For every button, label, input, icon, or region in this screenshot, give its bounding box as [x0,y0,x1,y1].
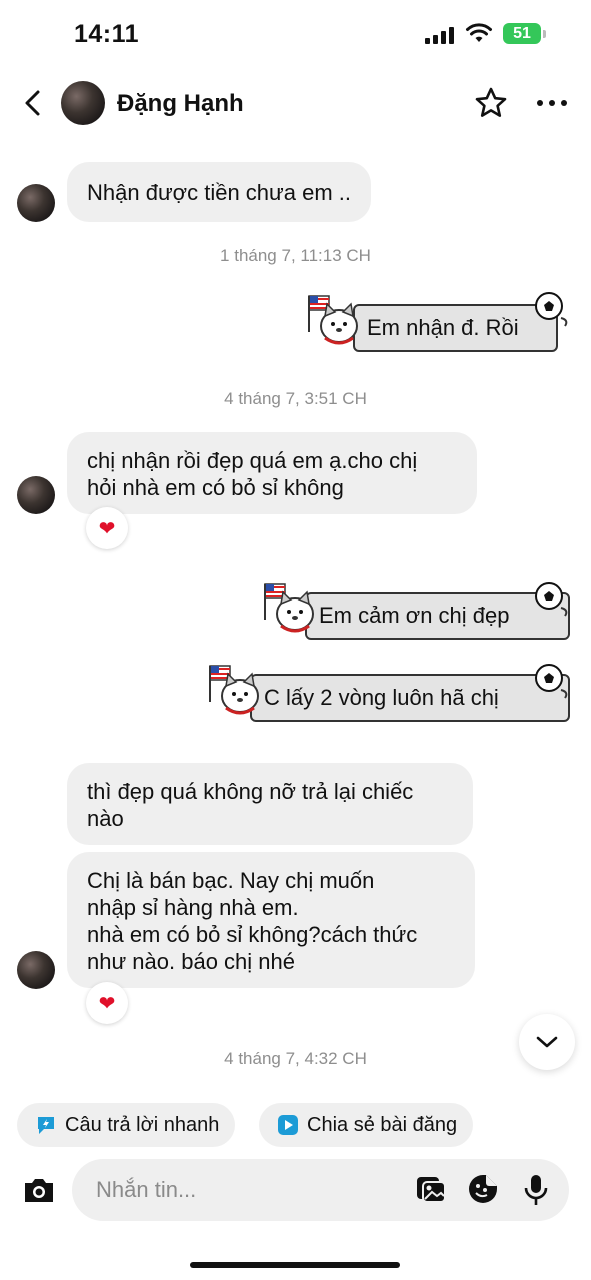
status-bar: 14:11 51 [0,0,591,70]
timestamp: 1 tháng 7, 11:13 CH [220,246,371,265]
battery-indicator: 51 [503,23,541,44]
incoming-message[interactable]: Nhận được tiền chưa em .. [67,162,371,222]
soccer-ball-sticker-icon [535,582,568,617]
sticker-text-box: C lấy 2 vòng luôn hã chị [250,674,570,722]
outgoing-message-text: Em cảm ơn chị đẹp [319,603,510,628]
share-post-icon [278,1115,298,1135]
chat-header: Đặng Hạnh [0,76,591,132]
soccer-ball-sticker-icon [535,292,568,327]
outgoing-sticker-message[interactable]: C lấy 2 vòng luôn hã chị [206,660,575,738]
home-indicator [190,1262,400,1268]
gallery-icon[interactable] [415,1173,447,1205]
quick-replies-label: Câu trả lời nhanh [65,1113,220,1136]
incoming-message[interactable]: Chị là bán bạc. Nay chị muốn nhập sỉ hàn… [67,852,475,988]
camera-icon[interactable] [22,1175,56,1205]
dog-with-flag-sticker-icon [209,665,259,715]
microphone-icon[interactable] [523,1173,549,1207]
heart-reaction-icon[interactable]: ❤ [86,507,128,549]
quick-replies-button[interactable]: Câu trả lời nhanh [17,1103,236,1147]
share-post-button[interactable]: Chia sẻ bài đăng [259,1103,474,1147]
incoming-message[interactable]: chị nhận rồi đẹp quá em ạ.cho chị hỏi nh… [67,432,477,514]
battery-tip [543,30,546,38]
sender-avatar[interactable] [17,184,55,222]
outgoing-sticker-message[interactable]: Em nhận đ. Rồi [305,292,575,366]
sticker-text-box: Em nhận đ. Rồi [353,304,558,352]
dog-with-flag-sticker-icon [264,583,314,633]
outgoing-sticker-message[interactable]: Em cảm ơn chị đẹp [261,578,575,656]
incoming-message[interactable]: thì đẹp quá không nỡ trả lại chiếc nào [67,763,473,845]
contact-avatar[interactable] [61,81,105,125]
message-composer [72,1159,569,1221]
timestamp: 4 tháng 7, 4:32 CH [224,1049,367,1068]
contact-name[interactable]: Đặng Hạnh [117,90,244,118]
outgoing-message-text: C lấy 2 vòng luôn hã chị [264,685,499,710]
outgoing-message-text: Em nhận đ. Rồi [367,315,519,340]
sticker-icon[interactable] [467,1173,499,1205]
quick-reply-icon [38,1117,54,1134]
chevron-down-icon [536,1036,558,1048]
timestamp: 4 tháng 7, 3:51 CH [224,389,367,408]
share-post-label: Chia sẻ bài đăng [307,1113,458,1136]
more-options-icon[interactable] [536,94,568,112]
heart-reaction-icon[interactable]: ❤ [86,982,128,1024]
star-icon[interactable] [474,86,508,120]
dog-with-flag-sticker-icon [308,295,358,345]
sender-avatar[interactable] [17,476,55,514]
wifi-icon [466,23,492,42]
back-arrow-icon[interactable] [18,88,48,118]
message-input[interactable] [96,1173,396,1207]
cellular-signal-icon [425,26,457,44]
status-time: 14:11 [74,20,140,48]
sender-avatar[interactable] [17,951,55,989]
soccer-ball-sticker-icon [535,664,568,699]
